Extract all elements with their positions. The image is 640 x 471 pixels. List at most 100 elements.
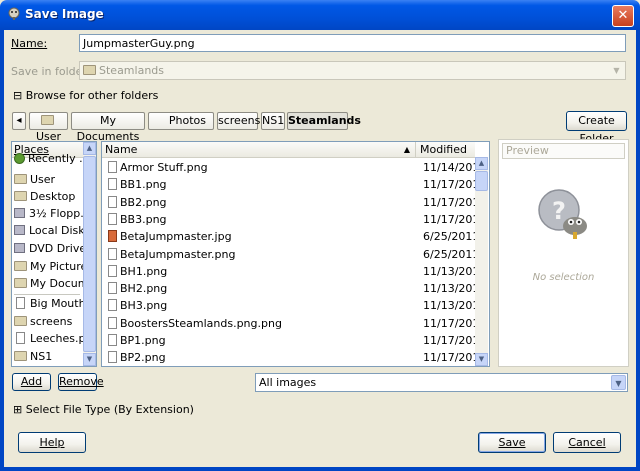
file-row[interactable]: BetaJumpmaster.png 6/25/2011 [102, 246, 479, 263]
disk-icon [14, 225, 25, 235]
gimp-app-icon [8, 7, 20, 20]
file-name: BH2.png [120, 282, 168, 296]
file-modified: 6/25/2011 [423, 230, 480, 244]
places-item[interactable]: DVD Drive... [14, 240, 96, 257]
svg-text:?: ? [552, 197, 566, 225]
image-file-icon [108, 161, 117, 173]
file-row[interactable]: BP2.png 11/17/2011 [102, 349, 486, 366]
remove-place-button[interactable]: Remove [58, 373, 104, 391]
browse-toggle[interactable]: ⊟ Browse for other folders [13, 89, 158, 102]
image-file-icon [108, 212, 117, 225]
places-item[interactable]: 3½ Flopp... [14, 205, 91, 222]
image-file-icon [108, 334, 117, 346]
path-segment-user[interactable]: User [29, 112, 68, 143]
scroll-up-icon[interactable]: ▲ [83, 142, 96, 155]
file-row[interactable]: BH1.png 11/13/2011 [102, 263, 486, 280]
file-row[interactable]: BB3.png 11/17/2011 [102, 211, 486, 228]
scroll-down-icon[interactable]: ▼ [475, 353, 488, 366]
help-label: Help [39, 436, 65, 449]
places-item[interactable]: Desktop [14, 188, 82, 205]
path-segment-ns1[interactable]: NS1 [261, 112, 285, 130]
scroll-down-icon[interactable]: ▼ [83, 353, 96, 366]
places-item[interactable]: My Docum... [14, 275, 96, 292]
places-item-label: User [30, 173, 56, 186]
places-item[interactable]: Recently ... [14, 150, 90, 167]
file-list-scroll-thumb[interactable] [475, 171, 488, 191]
file-row[interactable]: Armor Stuff.png 11/14/2011 [102, 159, 486, 176]
column-name-label: Name [105, 143, 138, 156]
places-scroll-thumb[interactable] [83, 156, 96, 352]
window-frame-bottom [0, 467, 640, 471]
collapse-icon: ⊟ [13, 89, 23, 102]
scroll-up-icon[interactable]: ▲ [475, 157, 488, 170]
save-in-folder-combo: Steamlands ▼ [79, 61, 626, 80]
chevron-down-icon[interactable]: ▼ [611, 375, 626, 390]
chevron-down-icon: ▼ [613, 66, 620, 75]
create-folder-button[interactable]: Create Folder [566, 111, 627, 145]
close-button[interactable]: ✕ [612, 5, 634, 27]
places-item[interactable]: Big Mouth ... [14, 295, 96, 312]
save-button[interactable]: Save [478, 432, 546, 453]
file-row[interactable]: BH3.png 11/13/2011 [102, 297, 486, 314]
places-item-label: Recently ... [28, 152, 90, 165]
file-row[interactable]: BetaJumpmaster.jpg 6/25/2011 [102, 228, 479, 245]
file-name: Armor Stuff.png [120, 161, 208, 174]
path-back-button[interactable]: ◂ [12, 112, 26, 130]
places-item[interactable]: My Pictures [14, 258, 93, 275]
file-row[interactable]: BH2.png 11/13/2011 [102, 280, 486, 297]
add-place-button[interactable]: Add [12, 373, 51, 391]
column-header-modified[interactable]: Modified [416, 142, 475, 158]
places-item-label: screens [30, 315, 73, 328]
path-segment-screens[interactable]: screens [217, 112, 260, 130]
places-item[interactable]: NS1 [14, 348, 82, 365]
file-modified: 6/25/2011 [423, 247, 480, 261]
file-name: BoostersSteamlands.png.png [120, 316, 282, 330]
image-file-icon [108, 299, 117, 312]
path-segment-photos[interactable]: Photos [148, 112, 214, 130]
expand-icon: ⊞ [13, 403, 23, 416]
file-type-toggle-label: Select File Type (By Extension) [25, 403, 194, 416]
file-name: BB3.png [120, 212, 167, 226]
column-modified-label: Modified [420, 143, 467, 156]
image-file-icon [108, 230, 117, 243]
window-title: Save Image [25, 7, 104, 21]
file-list-scrollbar[interactable]: ▲ ▼ [475, 157, 488, 366]
folder-icon [14, 261, 27, 271]
name-label-text: Name: [11, 37, 48, 50]
places-item[interactable]: Leeches.p... [14, 330, 96, 347]
image-file-icon [108, 264, 117, 277]
file-name: BB2.png [120, 195, 167, 209]
cancel-button[interactable]: Cancel [553, 432, 621, 453]
file-icon [16, 332, 25, 344]
places-item[interactable]: User [14, 171, 82, 188]
column-header-name[interactable]: Name ▲ [102, 142, 416, 158]
help-button[interactable]: Help [18, 432, 86, 453]
image-file-icon [108, 178, 117, 191]
places-item-label: 3½ Flopp... [29, 207, 91, 220]
file-name: BetaJumpmaster.png [120, 247, 236, 261]
folder-icon [14, 174, 27, 184]
name-input[interactable]: JumpmasterGuy.png [79, 34, 626, 52]
save-in-folder-value: Steamlands [99, 64, 165, 77]
places-item[interactable]: screens [14, 313, 82, 330]
places-scrollbar[interactable]: ▲ ▼ [83, 142, 96, 366]
file-name: BetaJumpmaster.jpg [120, 230, 232, 244]
file-name: BP1.png [120, 334, 166, 347]
browse-toggle-label: Browse for other folders [25, 89, 159, 102]
places-item[interactable]: Local Disk ... [14, 222, 96, 239]
path-segment-my-documents[interactable]: My Documents [71, 112, 145, 143]
sort-ascending-icon: ▲ [403, 145, 410, 154]
recent-icon [14, 153, 25, 164]
file-filter-combo[interactable]: All images ▼ [255, 373, 628, 392]
folder-icon [83, 65, 96, 75]
path-segment-steamlands[interactable]: Steamlands [287, 112, 361, 130]
file-row[interactable]: BB2.png 11/17/2011 [102, 194, 486, 211]
file-row[interactable]: BB1.png 11/17/2011 [102, 176, 486, 193]
dvd-icon [14, 243, 25, 253]
name-label: Name: [11, 37, 47, 50]
image-file-icon [108, 351, 117, 364]
file-filter-value: All images [259, 376, 317, 389]
file-row[interactable]: BP1.png 11/17/2011 [102, 332, 486, 349]
file-row[interactable]: BoostersSteamlands.png.png 11/17/2011 [102, 315, 486, 332]
file-type-toggle[interactable]: ⊞ Select File Type (By Extension) [13, 403, 194, 416]
